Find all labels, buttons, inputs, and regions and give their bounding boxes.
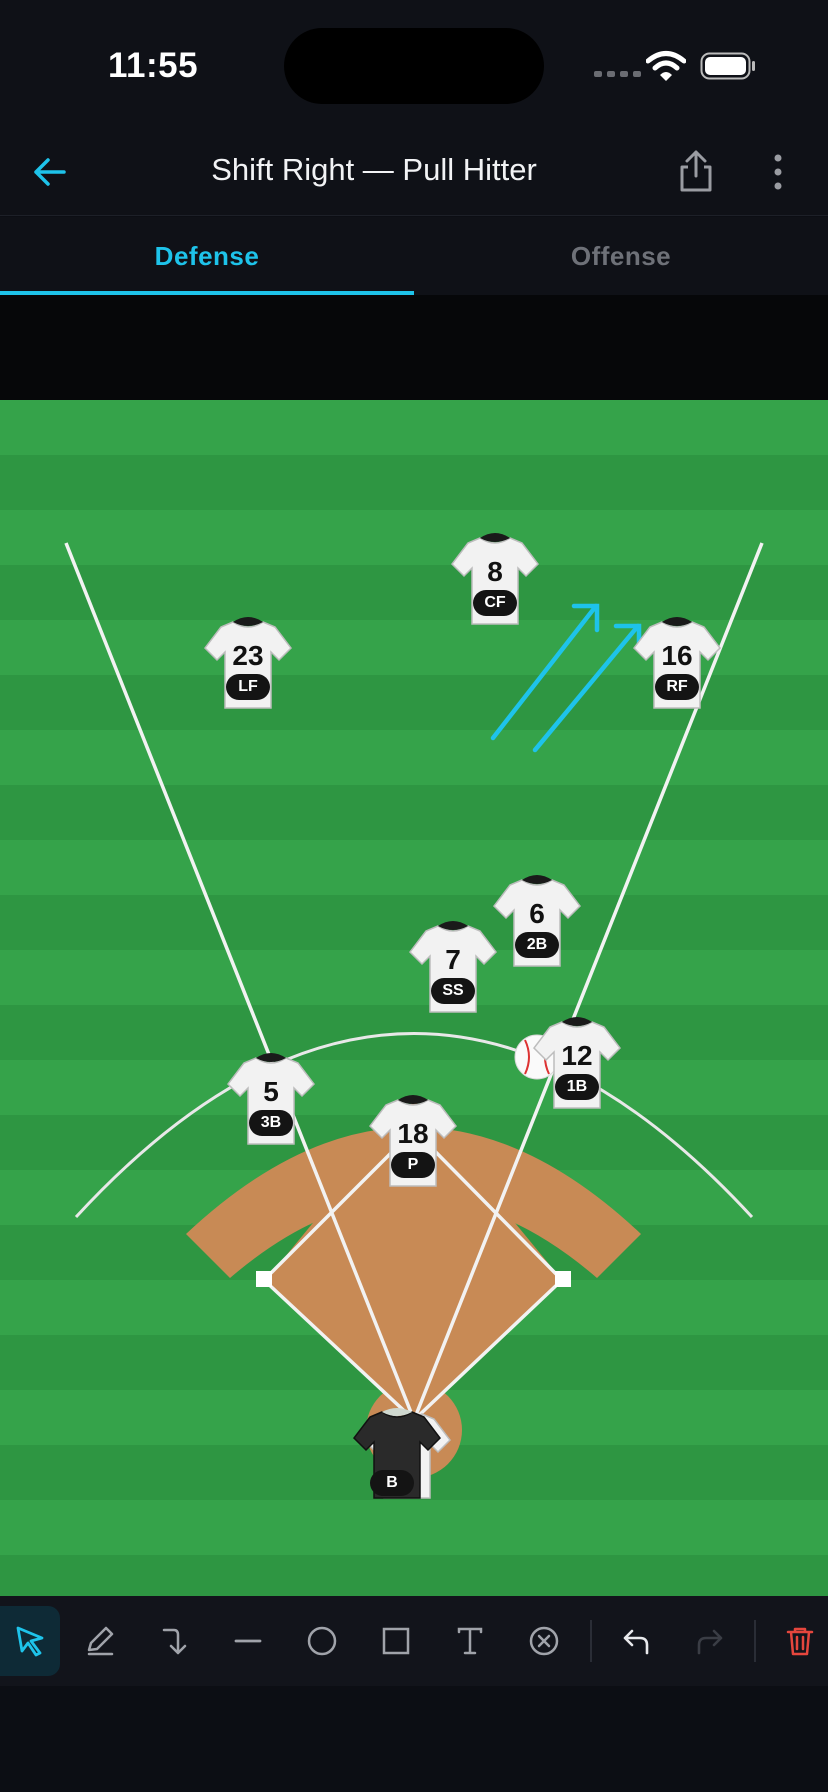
jersey-number: 16 (661, 640, 693, 671)
tab-defense[interactable]: Defense (0, 217, 414, 295)
player-p[interactable]: 18 P (368, 1090, 458, 1190)
position-badge: RF (655, 674, 699, 700)
jersey-number: 23 (232, 640, 264, 671)
position-badge: 1B (555, 1074, 599, 1100)
toolbar-divider (754, 1620, 756, 1662)
undo-button[interactable] (606, 1606, 666, 1676)
player-batter[interactable]: B (352, 1402, 451, 1502)
toolbar-divider (590, 1620, 592, 1662)
jersey-number: 7 (445, 944, 461, 975)
player-ss[interactable]: 7 SS (408, 916, 498, 1016)
player-3b[interactable]: 5 3B (226, 1048, 316, 1148)
position-badge: CF (473, 590, 517, 616)
curved-arrow-icon (162, 1628, 187, 1655)
status-time: 11:55 (108, 46, 199, 85)
third-base (256, 1271, 272, 1287)
line-icon (234, 1639, 262, 1643)
back-arrow-icon[interactable] (30, 150, 70, 194)
wifi-icon (646, 51, 686, 81)
undo-icon (623, 1629, 649, 1655)
position-badge: P (391, 1152, 435, 1178)
jersey-number: 18 (397, 1118, 429, 1149)
jersey-number: 8 (487, 556, 503, 587)
more-options-icon[interactable] (768, 150, 788, 194)
home-indicator-area (0, 1686, 828, 1792)
battery-icon (700, 52, 755, 80)
cellular-signal-icon (594, 71, 641, 77)
cursor-icon (16, 1626, 44, 1657)
jersey-number: 12 (561, 1040, 593, 1071)
position-badge: SS (431, 978, 475, 1004)
player-rf[interactable]: 16 RF (632, 612, 722, 712)
field-top-padding (0, 295, 828, 400)
position-badge: LF (226, 674, 270, 700)
player-cf[interactable]: 8 CF (450, 528, 540, 628)
player-lf[interactable]: 23 LF (203, 612, 293, 712)
redo-button[interactable] (680, 1606, 740, 1676)
dynamic-island (284, 28, 544, 104)
circle-tool-button[interactable] (292, 1606, 352, 1676)
share-icon[interactable] (676, 148, 716, 194)
jersey-number: 6 (529, 898, 545, 929)
player-1b[interactable]: 12 1B (532, 1012, 622, 1112)
top-app-bar: Shift Right — Pull Hitter (0, 130, 828, 216)
baseball-field[interactable]: 8 CF 23 LF 16 RF 6 2B 7 SS 12 1B 5 3B 18… (0, 400, 828, 1596)
pen-tool-button[interactable] (70, 1606, 130, 1676)
redo-icon (697, 1629, 723, 1655)
select-tool-button[interactable] (0, 1606, 60, 1676)
first-base (555, 1271, 571, 1287)
drawing-toolbar (0, 1596, 828, 1686)
player-2b[interactable]: 6 2B (492, 870, 582, 970)
circle-icon (307, 1626, 337, 1656)
text-icon (457, 1627, 483, 1655)
tab-bar: Defense Offense (0, 217, 828, 295)
erase-tool-button[interactable] (514, 1606, 574, 1676)
line-tool-button[interactable] (218, 1606, 278, 1676)
text-tool-button[interactable] (440, 1606, 500, 1676)
tab-offense[interactable]: Offense (414, 217, 828, 295)
trash-icon (786, 1627, 814, 1656)
x-circle-icon (529, 1626, 559, 1656)
jersey-number: 5 (263, 1076, 279, 1107)
position-badge: 2B (515, 932, 559, 958)
position-badge: 3B (249, 1110, 293, 1136)
screen: 11:55 Shift Right — Pull Hitter Defense … (0, 0, 828, 1792)
rectangle-tool-button[interactable] (366, 1606, 426, 1676)
arrow-tool-button[interactable] (144, 1606, 204, 1676)
pencil-icon (87, 1626, 114, 1656)
status-bar: 11:55 (0, 0, 828, 130)
page-title: Shift Right — Pull Hitter (211, 152, 537, 187)
delete-button[interactable] (770, 1606, 828, 1676)
position-badge: B (370, 1470, 414, 1496)
square-icon (382, 1627, 410, 1655)
